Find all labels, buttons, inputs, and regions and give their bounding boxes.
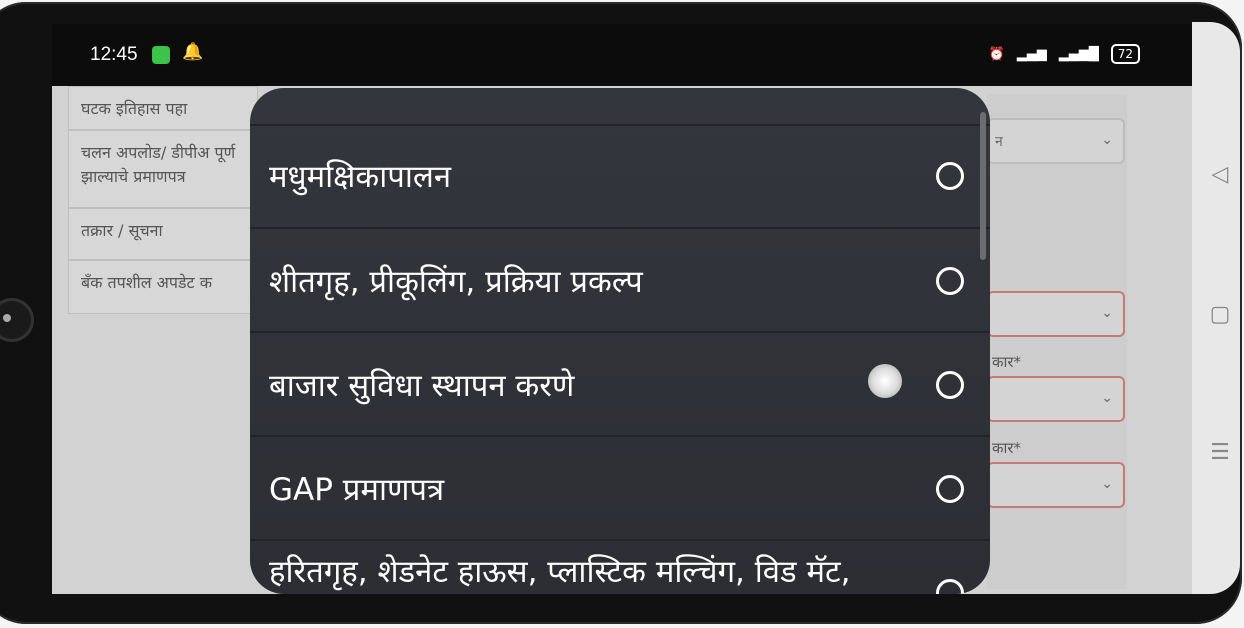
home-icon[interactable]: ▢: [1200, 302, 1240, 327]
option-label: हरितगृह, शेडनेट हाऊस, प्लास्टिक मल्चिंग,…: [269, 554, 851, 590]
status-time: 12:45: [90, 44, 138, 65]
form-label-1: कार*: [992, 353, 1022, 371]
radio-button[interactable]: [936, 267, 964, 295]
alarm-icon: ⏰: [988, 46, 1005, 62]
menu-item-challan-upload: चलन अपलोड/ डीपीअ पूर्ण झाल्याचे प्रमाणपत…: [68, 130, 258, 208]
back-icon[interactable]: ◁: [1200, 162, 1240, 187]
menu-item-bank-update: बँक तपशील अपडेट क: [68, 260, 258, 314]
radio-button[interactable]: [936, 475, 964, 503]
menu-item-complaint: तक्रार / सूचना: [68, 208, 258, 260]
bell-icon: 🔔: [182, 42, 204, 62]
option-greenhouse[interactable]: हरितगृह, शेडनेट हाऊस, प्लास्टिक मल्चिंग,…: [250, 541, 990, 594]
option-label: बाजार सुविधा स्थापन करणे: [269, 368, 575, 404]
touch-indicator: [868, 364, 902, 398]
radio-button[interactable]: [936, 579, 964, 594]
option-beekeeping[interactable]: मधुमक्षिकापालन: [250, 124, 990, 228]
radio-button[interactable]: [936, 371, 964, 399]
menu-item-history: घटक इतिहास पहा: [68, 86, 258, 130]
options-dialog: मधुमक्षिकापालन शीतगृह, प्रीकूलिंग, प्रक्…: [250, 88, 990, 594]
form-select-3: ⌄: [987, 376, 1125, 422]
option-label: शीतगृह, प्रीकूलिंग, प्रक्रिया प्रकल्प: [269, 264, 643, 300]
status-right: ⏰ ▂▄▆ ▂▄▆█ 72: [989, 44, 1140, 64]
signal-icon-2: ▂▄▆█: [1058, 46, 1099, 62]
chevron-down-icon: ⌄: [1101, 305, 1113, 321]
status-bar: 12:45 🔔 ⏰ ▂▄▆ ▂▄▆█ 72: [52, 24, 1192, 86]
form-select-2: ⌄: [987, 291, 1125, 337]
chevron-down-icon: ⌄: [1101, 476, 1113, 492]
option-cold-storage[interactable]: शीतगृह, प्रीकूलिंग, प्रक्रिया प्रकल्प: [250, 229, 990, 333]
form-area: [987, 94, 1127, 589]
form-select-4: ⌄: [987, 462, 1125, 508]
form-select-1: न ⌄: [987, 118, 1125, 164]
app-notification-icon: [152, 46, 170, 64]
battery-indicator: 72: [1110, 44, 1140, 64]
option-gap-certificate[interactable]: GAP प्रमाणपत्र: [250, 437, 990, 541]
scrollbar[interactable]: [980, 112, 986, 260]
option-label: GAP प्रमाणपत्र: [269, 472, 445, 508]
option-label: मधुमक्षिकापालन: [269, 159, 452, 195]
menu-icon[interactable]: ☰: [1200, 440, 1240, 465]
chevron-down-icon: ⌄: [1101, 132, 1113, 148]
form-label-2: कार*: [992, 439, 1022, 457]
signal-icon: ▂▄▆: [1016, 46, 1047, 62]
chevron-down-icon: ⌄: [1101, 390, 1113, 406]
radio-button[interactable]: [936, 162, 964, 190]
